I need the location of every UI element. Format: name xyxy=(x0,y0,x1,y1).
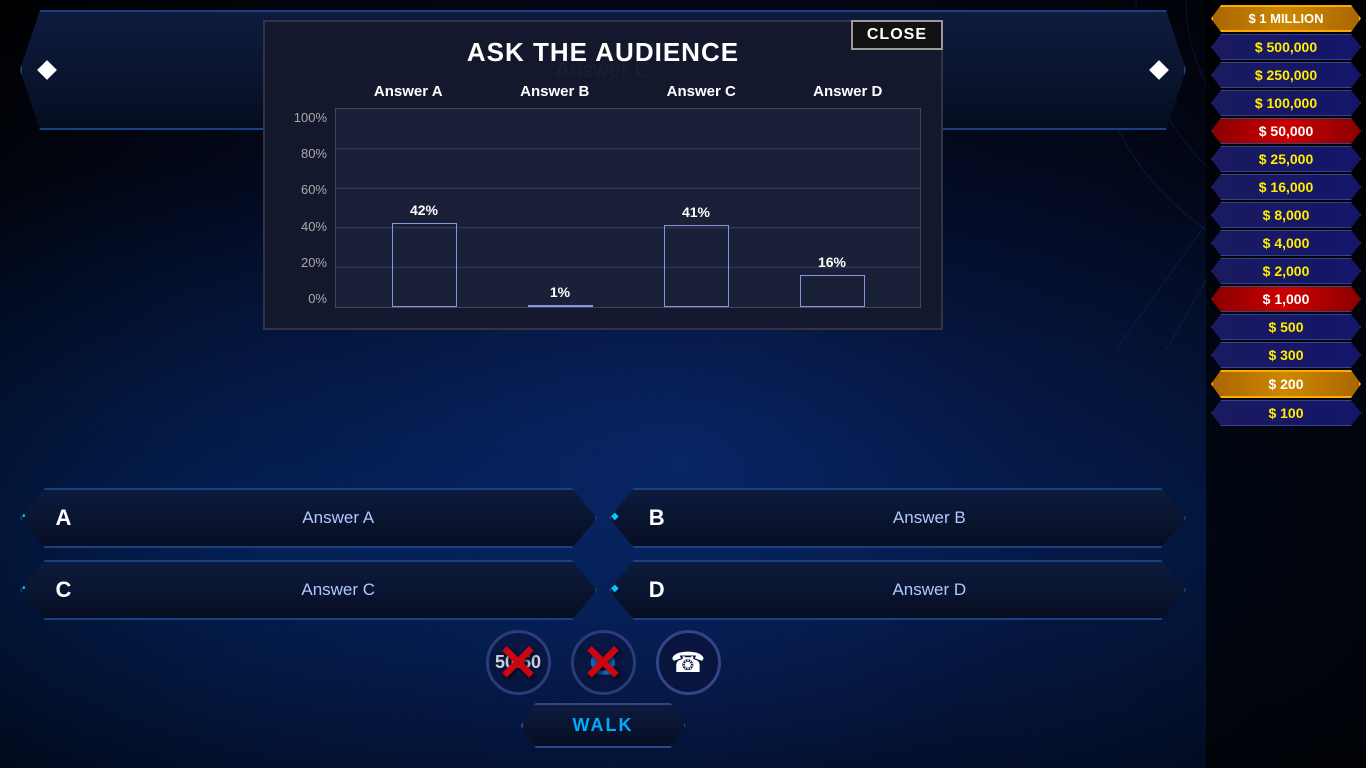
lifeline-fifty-x: ✕ xyxy=(497,638,539,688)
answer-letter-d: D xyxy=(649,577,665,603)
prize-1k: $ 1,000 xyxy=(1211,286,1361,312)
bar-group-c: 41% xyxy=(628,109,764,307)
answer-btn-d[interactable]: ◆ D Answer D xyxy=(609,560,1186,620)
answers-container: • A Answer A ◆ B Answer B • C Answer C ◆ xyxy=(20,488,1186,630)
chart-container: Answer A Answer B Answer C Answer D 100%… xyxy=(285,83,921,308)
chart-bars: 42% 1% xyxy=(335,108,921,308)
answer-letter-a: A xyxy=(56,505,72,531)
prize-50k: $ 50,000 xyxy=(1211,118,1361,144)
lifelines-container: 50:50 ✕ 👥 ✕ ☎ WALK xyxy=(20,630,1186,758)
answers-row-1: • A Answer A ◆ B Answer B xyxy=(20,488,1186,548)
bar-value-d: 16% xyxy=(818,254,846,270)
close-button[interactable]: CLOSE xyxy=(851,20,943,50)
prize-25k: $ 25,000 xyxy=(1211,146,1361,172)
answer-text-d: Answer D xyxy=(675,580,1184,600)
prize-500k: $ 500,000 xyxy=(1211,34,1361,60)
prize-2k: $ 2,000 xyxy=(1211,258,1361,284)
y-label-0: 0% xyxy=(308,291,327,306)
diamond-left-icon xyxy=(37,60,57,80)
answer-dot-a: • xyxy=(22,511,26,522)
answer-dot-d: ◆ xyxy=(611,583,619,594)
walk-button-container: WALK xyxy=(521,703,686,748)
lifelines-row: 50:50 ✕ 👥 ✕ ☎ xyxy=(486,630,721,695)
y-label-60: 60% xyxy=(301,182,327,197)
answer-text-b: Answer B xyxy=(675,508,1184,528)
answer-letter-b: B xyxy=(649,505,665,531)
lifeline-phone-friend[interactable]: ☎ xyxy=(656,630,721,695)
prize-200: $ 200 xyxy=(1211,370,1361,398)
answer-text-a: Answer A xyxy=(81,508,595,528)
prize-250k: $ 250,000 xyxy=(1211,62,1361,88)
bar-value-b: 1% xyxy=(550,284,570,300)
prize-ladder: $ 1 MILLION $ 500,000 $ 250,000 $ 100,00… xyxy=(1206,0,1366,768)
diamond-right-icon xyxy=(1149,60,1169,80)
main-container: Answer C CLOSE ASK THE AUDIENCE Answer A… xyxy=(0,0,1366,768)
answer-letter-c: C xyxy=(56,577,72,603)
audience-title: ASK THE AUDIENCE xyxy=(285,37,921,68)
lifeline-audience-x: ✕ xyxy=(582,638,624,688)
answer-dot-b: ◆ xyxy=(611,511,619,522)
prize-8k: $ 8,000 xyxy=(1211,202,1361,228)
prize-100k: $ 100,000 xyxy=(1211,90,1361,116)
bar-group-a: 42% xyxy=(356,109,492,307)
walk-button[interactable]: WALK xyxy=(521,703,686,748)
bar-b: 1% xyxy=(528,305,593,307)
answer-btn-b[interactable]: ◆ B Answer B xyxy=(609,488,1186,548)
answer-btn-a[interactable]: • A Answer A xyxy=(20,488,597,548)
phone-icon: ☎ xyxy=(671,646,706,679)
chart-labels: Answer A Answer B Answer C Answer D xyxy=(285,83,921,100)
audience-overlay: CLOSE ASK THE AUDIENCE Answer A Answer B… xyxy=(263,20,943,330)
bar-a: 42% xyxy=(392,223,457,307)
y-axis: 100% 80% 60% 40% 20% 0% xyxy=(285,108,335,308)
chart-area: 100% 80% 60% 40% 20% 0% 42% xyxy=(285,108,921,308)
y-label-80: 80% xyxy=(301,146,327,161)
bar-d: 16% xyxy=(800,275,865,307)
prize-4k: $ 4,000 xyxy=(1211,230,1361,256)
game-area: Answer C CLOSE ASK THE AUDIENCE Answer A… xyxy=(0,0,1206,768)
prize-1million: $ 1 MILLION xyxy=(1211,5,1361,32)
bar-value-a: 42% xyxy=(410,202,438,218)
prize-16k: $ 16,000 xyxy=(1211,174,1361,200)
prize-300: $ 300 xyxy=(1211,342,1361,368)
answer-dot-c: • xyxy=(22,583,26,594)
question-area: Answer C CLOSE ASK THE AUDIENCE Answer A… xyxy=(20,10,1186,130)
y-label-20: 20% xyxy=(301,255,327,270)
bar-value-c: 41% xyxy=(682,204,710,220)
chart-label-b: Answer B xyxy=(482,83,629,100)
prize-500: $ 500 xyxy=(1211,314,1361,340)
chart-label-a: Answer A xyxy=(335,83,482,100)
y-label-100: 100% xyxy=(294,110,327,125)
y-label-40: 40% xyxy=(301,219,327,234)
chart-label-d: Answer D xyxy=(775,83,922,100)
answer-btn-c[interactable]: • C Answer C xyxy=(20,560,597,620)
bar-c: 41% xyxy=(664,225,729,307)
prize-100: $ 100 xyxy=(1211,400,1361,426)
lifeline-fifty-fifty[interactable]: 50:50 ✕ xyxy=(486,630,551,695)
bar-group-d: 16% xyxy=(764,109,900,307)
chart-label-c: Answer C xyxy=(628,83,775,100)
answers-row-2: • C Answer C ◆ D Answer D xyxy=(20,560,1186,620)
bar-group-b: 1% xyxy=(492,109,628,307)
answer-text-c: Answer C xyxy=(81,580,595,600)
lifeline-ask-audience[interactable]: 👥 ✕ xyxy=(571,630,636,695)
